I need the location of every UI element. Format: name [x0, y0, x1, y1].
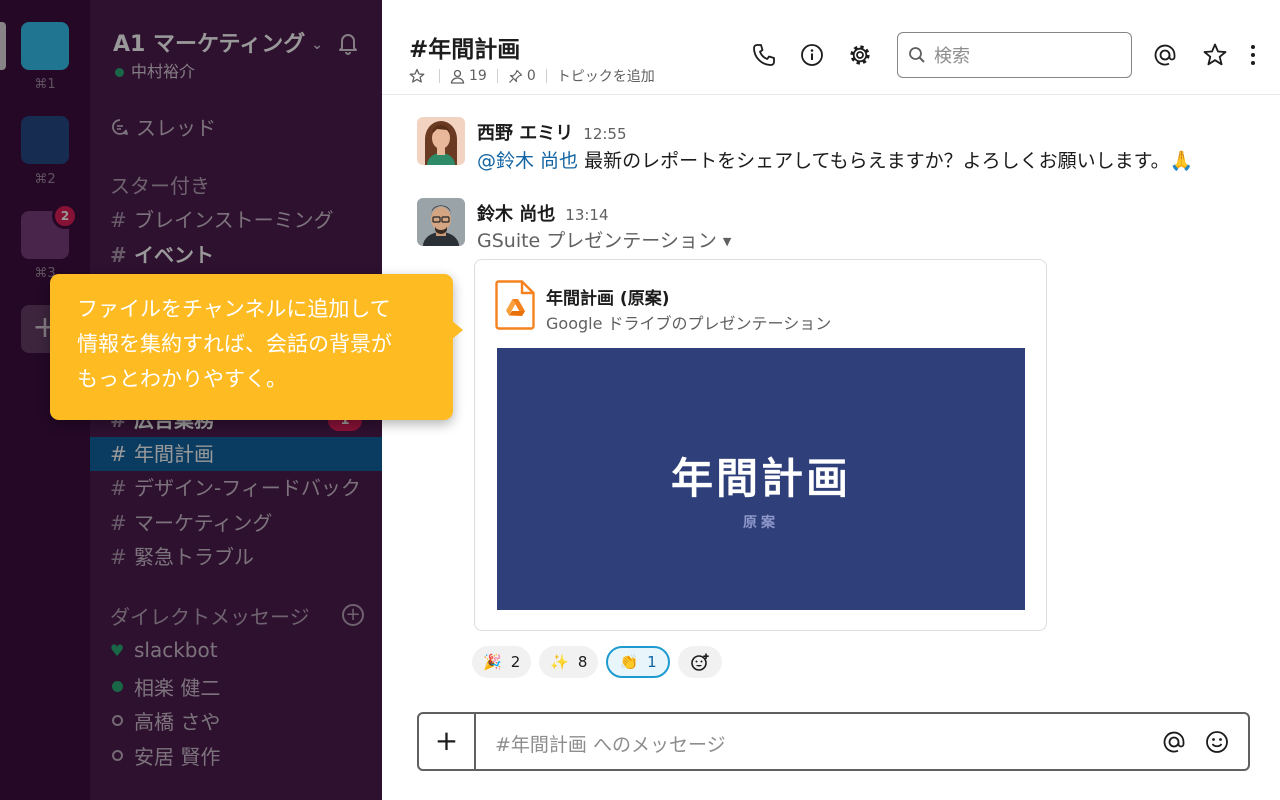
file-preview-card[interactable]: 年間計画 (原案) Google ドライブのプレゼンテーション 年間計画 原案 [474, 259, 1047, 631]
reactions-bar: 🎉 2 ✨ 8 👏 1 [472, 646, 722, 678]
message-author[interactable]: 鈴木 尚也 13:14 [477, 200, 609, 226]
attach-button[interactable]: + [419, 714, 476, 769]
channel-title[interactable]: #年間計画 [409, 30, 520, 64]
pin-icon [508, 69, 522, 83]
message-composer[interactable]: + #年間計画 へのメッセージ [417, 712, 1250, 771]
tooltip-text: ファイルをチャンネルに追加して 情報を集約すれば、会話の背景が もっとわかりやす… [77, 297, 392, 391]
channel-meta: 19 0 トピックを追加 [409, 66, 655, 86]
person-icon [450, 69, 465, 84]
pinned-count[interactable]: 0 [508, 68, 536, 84]
star-icon[interactable] [1202, 42, 1228, 68]
mentions-icon[interactable] [1152, 42, 1178, 68]
caret-down-icon: ▼ [722, 235, 732, 248]
slide-thumbnail[interactable]: 年間計画 原案 [497, 348, 1025, 610]
google-slides-icon [495, 280, 535, 330]
slide-subtitle: 原案 [743, 515, 779, 531]
file-subtitle: Google ドライブのプレゼンテーション [546, 314, 832, 333]
reaction-sparkles[interactable]: ✨ 8 [539, 646, 599, 678]
more-icon[interactable] [1250, 44, 1256, 66]
message-input[interactable]: #年間計画 へのメッセージ [495, 730, 726, 757]
clap-icon: 👏 [619, 653, 639, 671]
search-icon [909, 47, 925, 63]
mention-icon[interactable] [1161, 729, 1187, 755]
emoji-icon[interactable] [1204, 729, 1230, 755]
onboarding-tooltip[interactable]: ファイルをチャンネルに追加して 情報を集約すれば、会話の背景が もっとわかりやす… [50, 274, 463, 420]
party-icon: 🎉 [483, 653, 502, 671]
search-placeholder: 検索 [934, 46, 970, 67]
channel-header: #年間計画 19 0 トピックを追加 検索 [382, 0, 1280, 95]
search-input[interactable]: 検索 [897, 32, 1132, 78]
sparkles-icon: ✨ [550, 653, 569, 671]
reaction-count: 8 [577, 653, 588, 671]
reaction-count: 1 [647, 653, 657, 671]
mention-link[interactable]: @鈴木 尚也 [477, 150, 578, 172]
info-icon[interactable] [799, 42, 825, 68]
channel-view: #年間計画 19 0 トピックを追加 検索 西野 エミリ 12:55 @鈴木 尚… [382, 0, 1280, 800]
message-time[interactable]: 13:14 [565, 206, 608, 224]
reaction-party[interactable]: 🎉 2 [472, 646, 532, 678]
attachment-label[interactable]: GSuite プレゼンテーション ▼ [477, 226, 731, 253]
member-count[interactable]: 19 [450, 68, 487, 84]
add-emoji-icon [690, 653, 709, 671]
add-reaction-button[interactable] [677, 646, 722, 678]
app-window: ⌘1 ⌘2 2 ⌘3 + A1 マーケティング ⌄ 中村裕介 スレッド スター付き [0, 0, 1280, 800]
slide-title: 年間計画 [670, 454, 851, 503]
star-icon[interactable] [409, 68, 425, 84]
add-topic-link[interactable]: トピックを追加 [557, 66, 655, 86]
reaction-clap[interactable]: 👏 1 [606, 646, 670, 678]
message-time[interactable]: 12:55 [583, 125, 626, 143]
gear-icon[interactable] [847, 42, 873, 68]
phone-icon[interactable] [751, 42, 777, 68]
reaction-count: 2 [510, 653, 521, 671]
message-text: @鈴木 尚也 最新のレポートをシェアしてもらえますか？よろしくお願いします。🙏 [477, 150, 1194, 172]
file-title[interactable]: 年間計画 (原案) [546, 284, 669, 309]
avatar[interactable] [417, 117, 465, 165]
message-author[interactable]: 西野 エミリ 12:55 [477, 119, 627, 145]
avatar[interactable] [417, 198, 465, 246]
